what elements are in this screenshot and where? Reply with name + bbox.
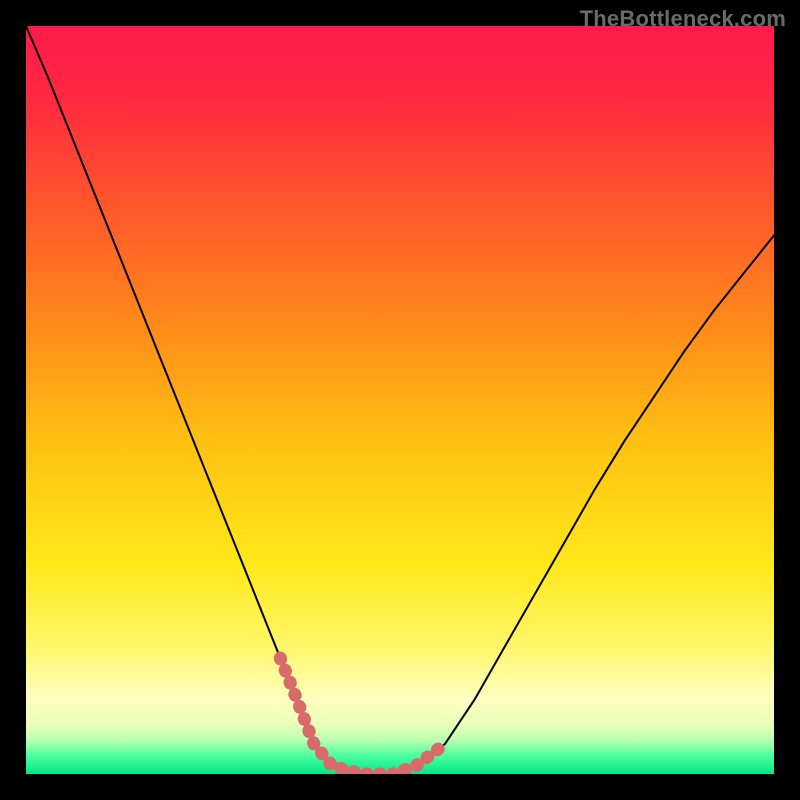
bottleneck-curve xyxy=(26,26,774,774)
optimal-region-highlight xyxy=(280,658,441,774)
watermark-text: TheBottleneck.com xyxy=(580,6,786,32)
chart-frame: TheBottleneck.com xyxy=(0,0,800,800)
plot-area xyxy=(26,26,774,774)
curve-overlay xyxy=(26,26,774,774)
